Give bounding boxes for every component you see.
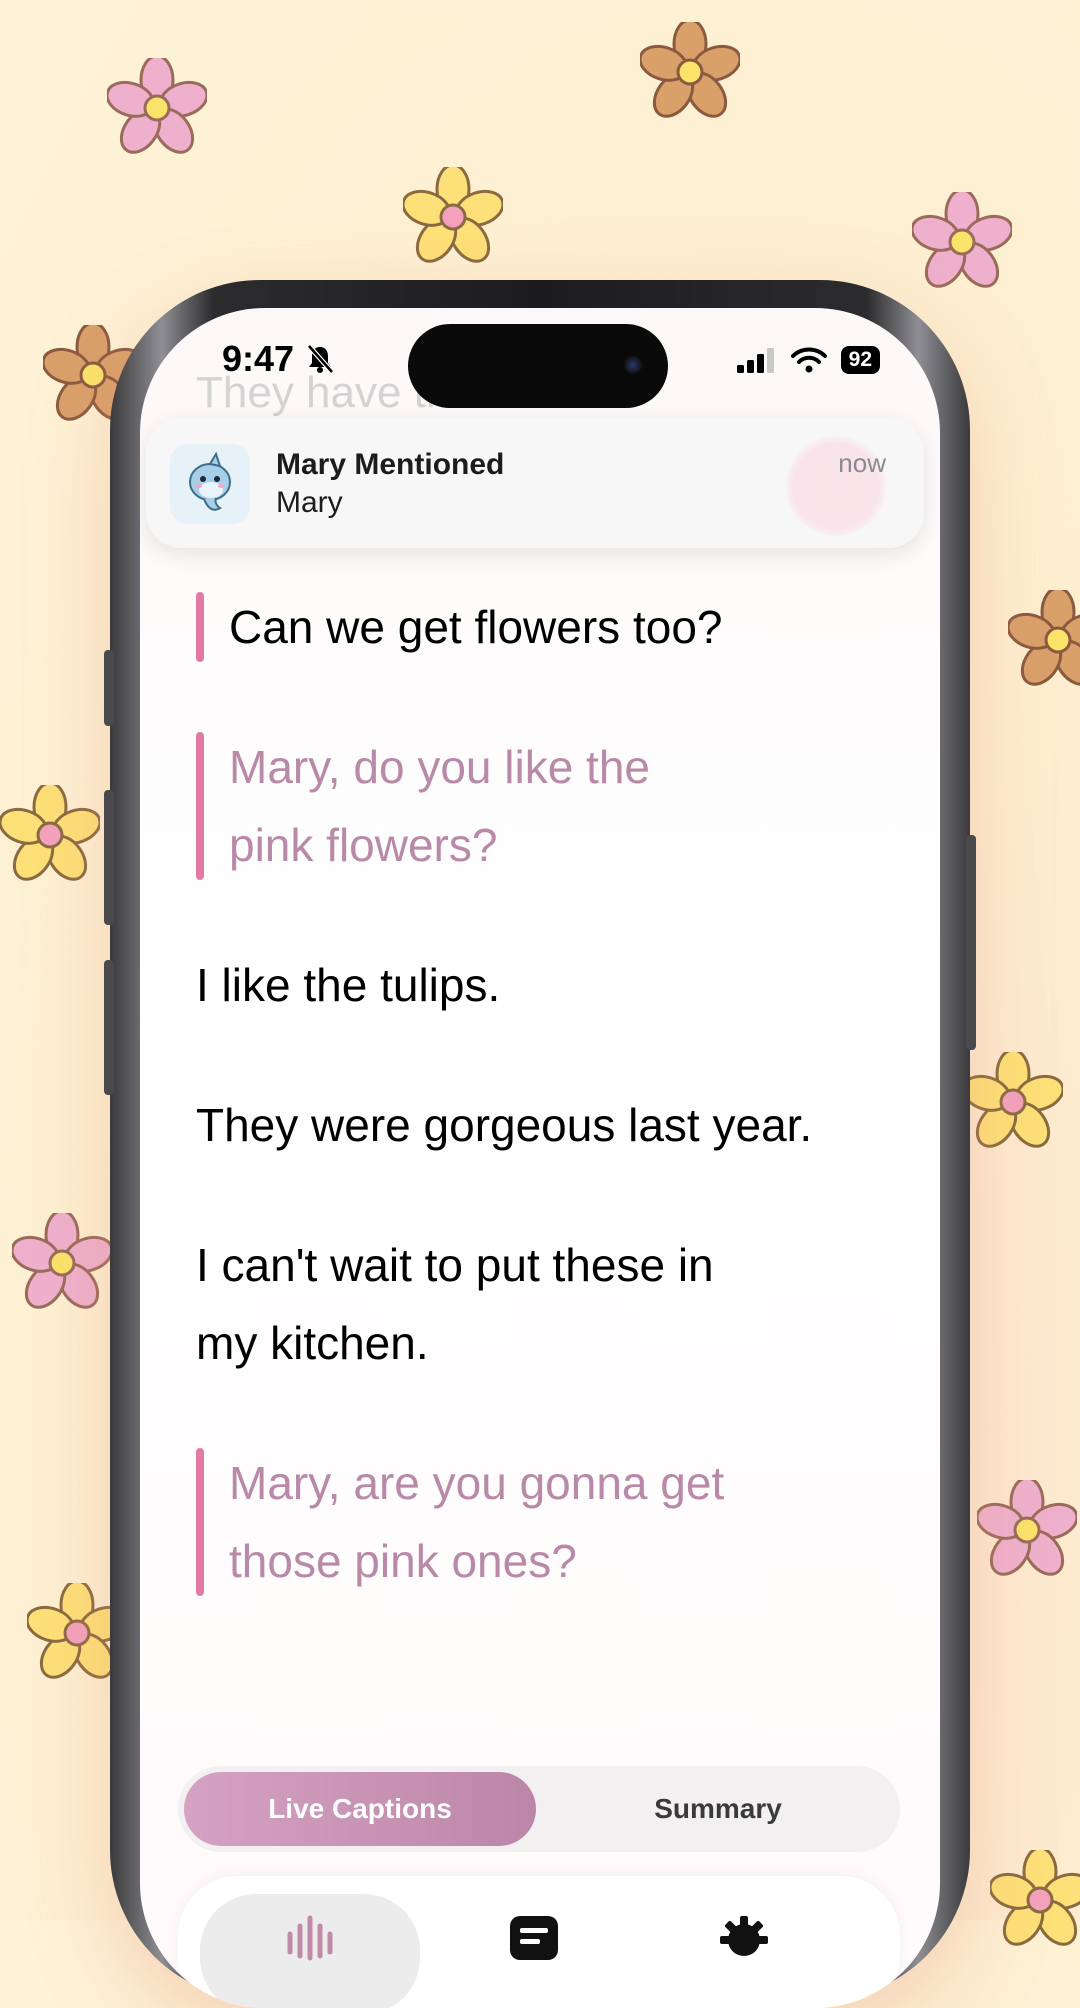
status-indicators: 92 (736, 346, 880, 374)
notification-time: now (838, 448, 886, 478)
notification-subtitle: Mary (276, 486, 343, 519)
live-captions-tab[interactable]: Live Captions (184, 1772, 536, 1846)
mode-segmented-control: Live Captions Summary (178, 1766, 900, 1852)
caption-item-mention: Mary, do you like the pink flowers? (196, 728, 896, 884)
dolphin-app-icon (170, 444, 250, 524)
summary-tab[interactable]: Summary (542, 1772, 894, 1846)
caption-item: They were gorgeous last year. (196, 1099, 813, 1151)
notification-title: Mary Mentioned (276, 448, 505, 481)
camera-icon (624, 356, 642, 374)
action-button (104, 650, 114, 726)
caption-item: I can't wait to put these in my kitchen. (196, 1239, 714, 1369)
bottom-tab-bar (178, 1876, 900, 2008)
flower-decoration (963, 1052, 1063, 1148)
volume-down-button (104, 960, 114, 1095)
caption-item: I like the tulips. (196, 959, 501, 1011)
volume-up-button (104, 790, 114, 925)
bell-slash-icon (307, 344, 334, 374)
flower-decoration (990, 1850, 1080, 1946)
dynamic-island (408, 324, 668, 408)
flower-decoration (12, 1213, 112, 1309)
flower-decoration (0, 785, 100, 881)
flower-decoration (107, 58, 207, 154)
flower-decoration (912, 192, 1012, 288)
flower-decoration (403, 167, 503, 263)
highlight-bar (196, 732, 204, 880)
highlight-bar (196, 592, 204, 662)
mention-notification[interactable]: Mary Mentioned Mary now (146, 418, 924, 548)
caption-item: Can we get flowers too? (196, 588, 896, 666)
signal-icon (736, 348, 774, 373)
status-time: 9:47 (222, 338, 334, 380)
phone-screen: They have the best 9:47 92 Mary Mentione… (140, 308, 940, 2008)
flower-decoration (1008, 590, 1080, 686)
power-button (966, 835, 976, 1050)
flower-decoration (640, 22, 740, 118)
highlight-bar (196, 1448, 204, 1596)
wifi-icon (790, 347, 827, 373)
battery-indicator: 92 (840, 346, 880, 374)
caption-item-mention: Mary, are you gonna get those pink ones? (196, 1444, 896, 1600)
flower-decoration (977, 1480, 1077, 1576)
caption-list: Can we get flowers too? Mary, do you lik… (196, 588, 896, 1662)
